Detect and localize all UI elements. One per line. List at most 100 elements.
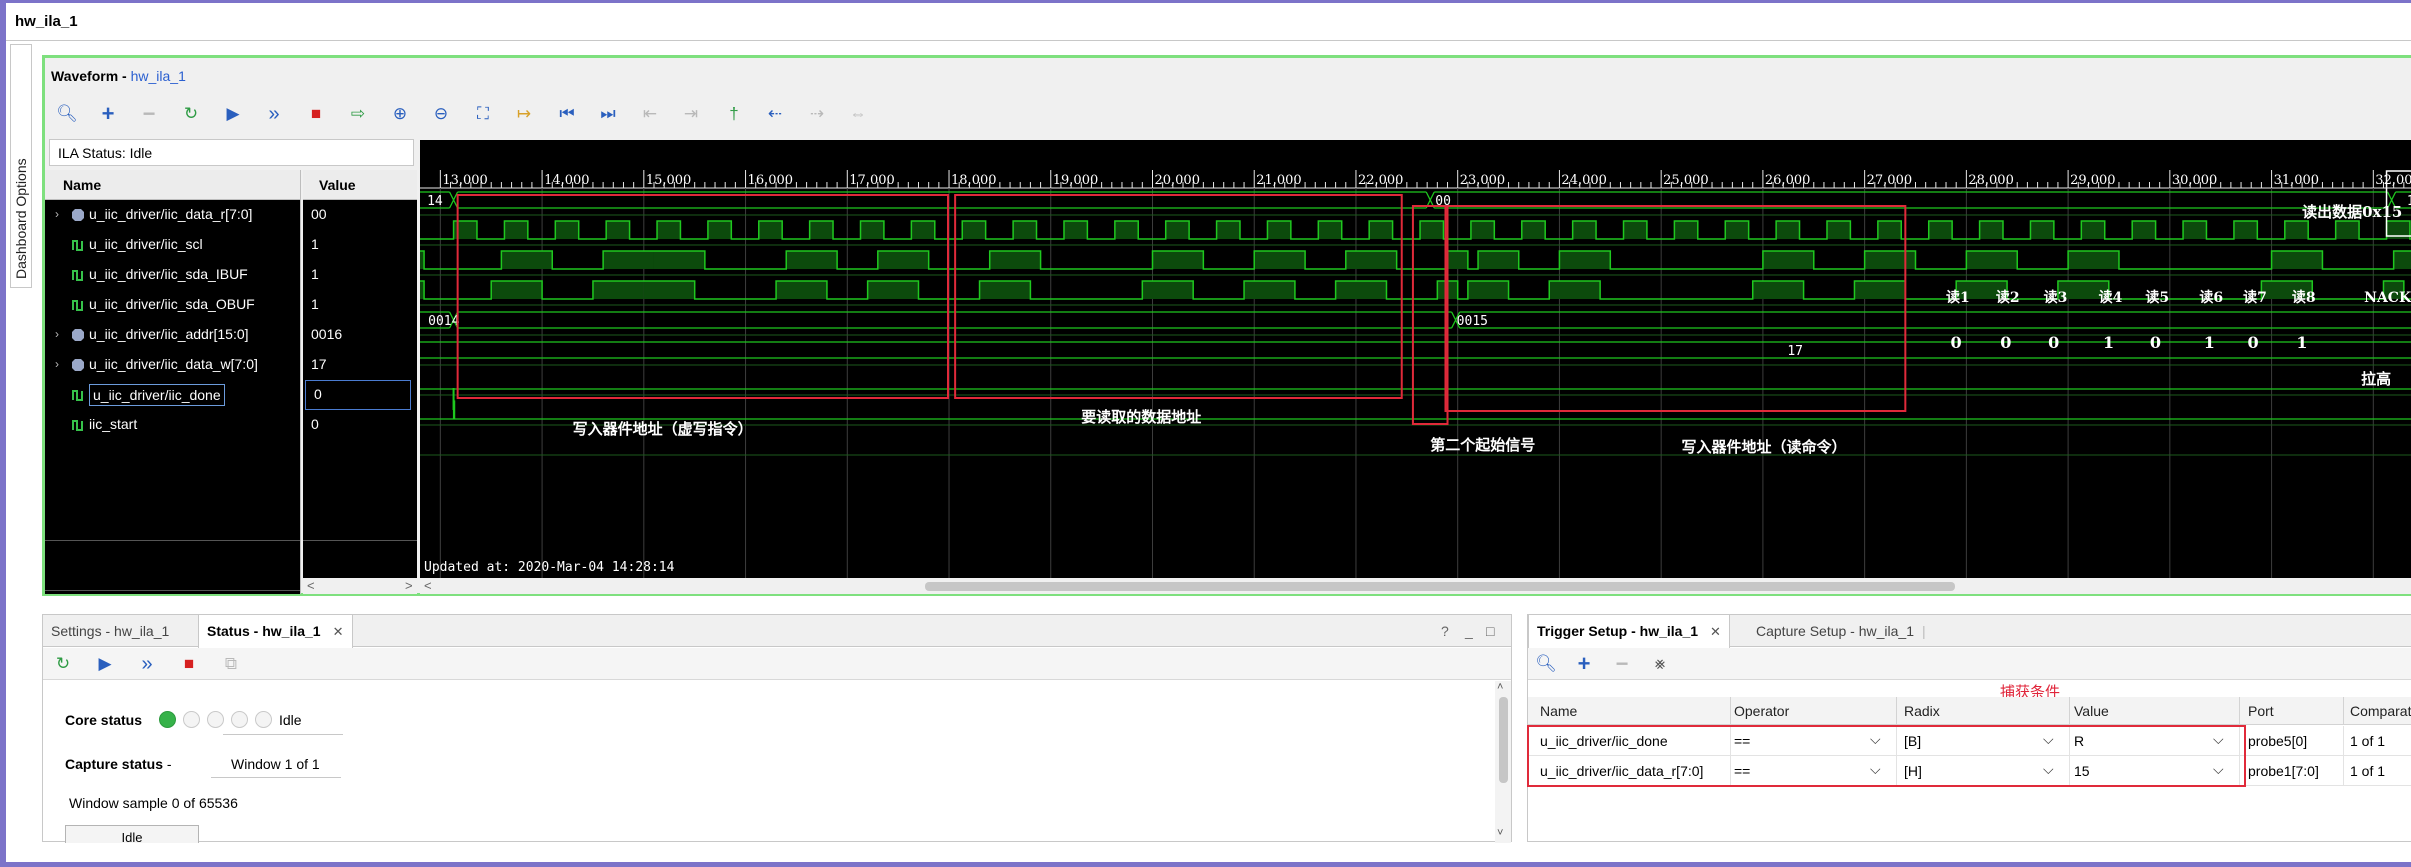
- remove-icon[interactable]: −: [137, 101, 161, 126]
- signal-row[interactable]: u_iic_driver/iic_scl: [45, 230, 300, 260]
- signal-row[interactable]: iic_start: [45, 410, 300, 440]
- signal-row[interactable]: › u_iic_driver/iic_data_r[7:0]: [45, 200, 300, 230]
- expand-icon[interactable]: ›: [55, 357, 59, 371]
- signal-row[interactable]: u_iic_driver/iic_sda_IBUF: [45, 260, 300, 290]
- trigger-condition-icon[interactable]: ⨳: [1648, 652, 1672, 676]
- signal-value[interactable]: 0: [305, 380, 411, 410]
- signal-row[interactable]: › u_iic_driver/iic_data_w[7:0]: [45, 350, 300, 380]
- zoom-in-icon[interactable]: ⊕: [388, 102, 412, 126]
- annotation-read-bit-label: 读6: [2199, 289, 2223, 306]
- signal-row[interactable]: u_iic_driver/iic_done: [45, 380, 300, 410]
- previous-transition-icon[interactable]: ⇤: [638, 102, 662, 126]
- swap-cursors-icon[interactable]: ⇔: [846, 102, 870, 126]
- run-trigger-immediate-icon[interactable]: ↻: [179, 102, 203, 126]
- export-icon[interactable]: ⇨: [346, 102, 370, 126]
- stop-trigger-icon[interactable]: ■: [304, 102, 328, 126]
- ruler-tick-label: 25,000: [1663, 173, 1709, 188]
- go-to-last-time-icon[interactable]: ⏭: [596, 102, 620, 126]
- waveform-svg[interactable]: 13,000 14,000 15,000 16,000 17,000 18,000 19,0…: [420, 140, 2411, 578]
- dashboard-options-tab[interactable]: Dashboard Options: [10, 44, 32, 288]
- high-level-fill: [979, 281, 1031, 299]
- auto-retrigger-icon[interactable]: »: [262, 102, 286, 126]
- close-icon[interactable]: ✕: [1710, 624, 1721, 639]
- signal-value[interactable]: 1: [303, 260, 417, 290]
- signal-values-column: Value 00 1 1 1 0016 17 0 0: [303, 170, 417, 594]
- stop-trigger-icon[interactable]: ■: [177, 652, 201, 676]
- col-name[interactable]: Name: [1540, 703, 1577, 719]
- add-icon[interactable]: +: [96, 101, 120, 126]
- scroll-down-icon[interactable]: ˅: [1497, 827, 1503, 839]
- search-icon[interactable]: 🔍︎: [1534, 652, 1558, 676]
- next-marker-icon[interactable]: ⇢: [805, 102, 829, 126]
- run-trigger-icon[interactable]: ▶: [93, 652, 117, 676]
- signal-value[interactable]: 00: [303, 200, 417, 230]
- waveform-canvas[interactable]: 13,000 14,000 15,000 16,000 17,000 18,000 19,0…: [420, 140, 2411, 578]
- col-port[interactable]: Port: [2248, 703, 2274, 719]
- tab-settings[interactable]: Settings - hw_ila_1: [43, 615, 177, 647]
- minimize-icon[interactable]: _: [1465, 623, 1473, 639]
- annotation-read-bit-label: 读2: [1996, 289, 2020, 306]
- signal-value[interactable]: 17: [303, 350, 417, 380]
- help-icon[interactable]: ?: [1441, 623, 1449, 639]
- tab-trigger-setup[interactable]: Trigger Setup - hw_ila_1 ✕: [1528, 615, 1730, 648]
- col-separator[interactable]: [2069, 697, 2070, 725]
- col-radix[interactable]: Radix: [1904, 703, 1940, 719]
- waveform-title-link[interactable]: hw_ila_1: [131, 68, 186, 84]
- scroll-left-icon[interactable]: <: [307, 578, 315, 593]
- go-to-cursor-icon[interactable]: ↦: [512, 102, 536, 126]
- annotation-read-command: 写入器件地址（读命令）: [1682, 438, 1847, 456]
- add-marker-icon[interactable]: †: [722, 102, 746, 126]
- auto-retrigger-icon[interactable]: »: [135, 652, 159, 676]
- capture-status-dash: -: [163, 756, 172, 772]
- signal-row[interactable]: u_iic_driver/iic_sda_OBUF: [45, 290, 300, 320]
- go-to-time-zero-icon[interactable]: ⏮: [555, 102, 579, 126]
- scroll-left-icon[interactable]: <: [424, 578, 432, 593]
- waveform-hscroll[interactable]: <: [420, 578, 2411, 594]
- run-trigger-icon[interactable]: ▶: [221, 102, 245, 126]
- waveform-hscroll-thumb[interactable]: [925, 582, 1955, 591]
- expand-icon[interactable]: ›: [55, 207, 59, 221]
- signal-icon: [71, 238, 85, 252]
- idle-button[interactable]: Idle: [65, 825, 199, 843]
- remove-probe-icon[interactable]: −: [1610, 651, 1634, 676]
- signal-value[interactable]: 0: [303, 410, 417, 440]
- high-level-fill: [1877, 221, 1902, 239]
- value-column-header[interactable]: Value: [303, 170, 417, 200]
- col-separator[interactable]: [2343, 697, 2344, 725]
- status-vscroll-thumb[interactable]: [1499, 697, 1508, 783]
- expand-icon[interactable]: ›: [55, 327, 59, 341]
- col-operator[interactable]: Operator: [1734, 703, 1789, 719]
- zoom-out-icon[interactable]: ⊖: [429, 102, 453, 126]
- export-icon[interactable]: ⧉: [219, 652, 243, 676]
- next-transition-icon[interactable]: ⇥: [679, 102, 703, 126]
- maximize-icon[interactable]: □: [1486, 623, 1494, 639]
- tab-status[interactable]: Status - hw_ila_1 ✕: [198, 615, 353, 648]
- col-separator[interactable]: [2239, 697, 2240, 725]
- previous-marker-icon[interactable]: ⇠: [763, 102, 787, 126]
- signal-value[interactable]: 1: [303, 290, 417, 320]
- run-trigger-immediate-icon[interactable]: ↻: [51, 652, 75, 676]
- values-hscroll[interactable]: < >: [303, 578, 417, 594]
- close-icon[interactable]: ✕: [333, 624, 344, 639]
- col-separator[interactable]: [1730, 697, 1731, 725]
- col-comparator[interactable]: Comparato: [2350, 703, 2411, 719]
- high-level-fill: [786, 251, 838, 269]
- zoom-fit-icon[interactable]: ⛶: [471, 102, 495, 126]
- add-probe-icon[interactable]: +: [1572, 651, 1596, 676]
- scroll-up-icon[interactable]: ˄: [1497, 681, 1503, 693]
- high-level-fill: [1420, 221, 1444, 239]
- status-vscroll[interactable]: ˄ ˅: [1495, 681, 1511, 843]
- scroll-right-icon[interactable]: >: [405, 578, 413, 593]
- high-level-fill: [653, 251, 705, 269]
- trigger-comparator: 1 of 1: [2350, 763, 2386, 779]
- signal-value[interactable]: 1: [303, 230, 417, 260]
- signal-value[interactable]: 0016: [303, 320, 417, 350]
- name-column-header[interactable]: Name: [45, 170, 300, 200]
- trigger-panel-tabs: Trigger Setup - hw_ila_1 ✕ Capture Setup …: [1528, 615, 2411, 648]
- high-level-fill: [504, 221, 528, 239]
- search-icon[interactable]: 🔍︎: [55, 102, 79, 126]
- col-separator[interactable]: [1896, 697, 1897, 725]
- tab-capture-setup[interactable]: Capture Setup - hw_ila_1 |: [1748, 615, 1934, 647]
- col-value[interactable]: Value: [2074, 703, 2109, 719]
- signal-row[interactable]: › u_iic_driver/iic_addr[15:0]: [45, 320, 300, 350]
